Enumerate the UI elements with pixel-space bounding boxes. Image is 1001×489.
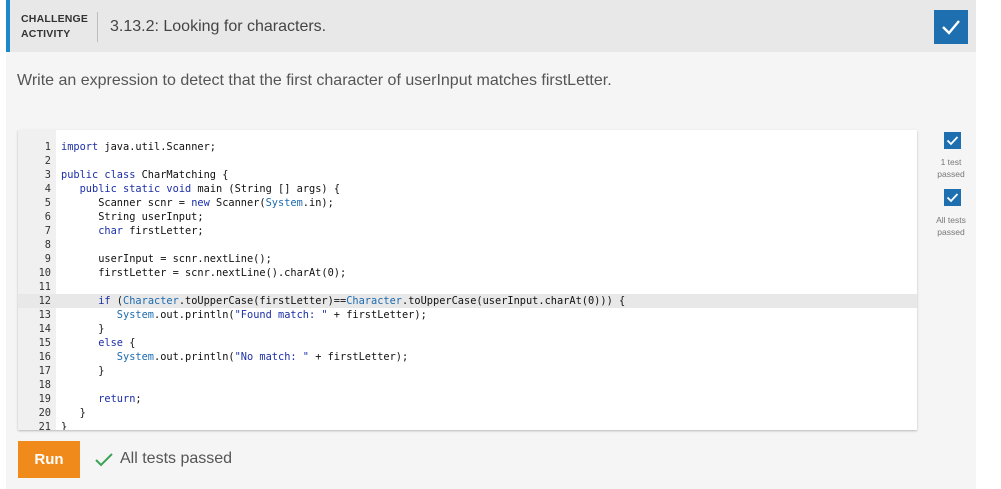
- code-line[interactable]: 16 System.out.println("No match: " + fir…: [18, 350, 917, 364]
- code-text[interactable]: else {: [61, 336, 135, 350]
- code-line[interactable]: 14 }: [18, 322, 917, 336]
- code-line[interactable]: 15 else {: [18, 336, 917, 350]
- challenge-card: CHALLENGE ACTIVITY 3.13.2: Looking for c…: [6, 0, 976, 489]
- code-lines[interactable]: 1 import java.util.Scanner; 2 3 public class…: [18, 140, 917, 430]
- line-number: 3: [44, 169, 51, 181]
- line-number: 14: [38, 323, 51, 335]
- code-text[interactable]: }: [61, 406, 86, 420]
- code-line[interactable]: 21}: [18, 420, 917, 430]
- code-line[interactable]: 4 public static void main (String [] arg…: [18, 182, 917, 196]
- test-2-label: All tests passed: [931, 214, 971, 238]
- test-2-label-line2: passed: [937, 227, 965, 237]
- challenge-header: CHALLENGE ACTIVITY 3.13.2: Looking for c…: [6, 0, 976, 52]
- test-2-label-line1: All tests: [936, 215, 966, 225]
- line-number: 9: [44, 253, 51, 265]
- code-line[interactable]: 7 char firstLetter;: [18, 224, 917, 238]
- line-number: 18: [38, 379, 51, 391]
- line-number: 1: [44, 141, 51, 153]
- code-line[interactable]: 19 return;: [18, 392, 917, 406]
- code-text[interactable]: public class CharMatching {: [61, 168, 228, 182]
- line-number: 12: [38, 295, 51, 307]
- test-check-icon: [944, 189, 961, 206]
- test-check-icon: [944, 132, 961, 149]
- tag-line-2: ACTIVITY: [21, 28, 71, 40]
- code-line[interactable]: 10 firstLetter = scnr.nextLine().charAt(…: [18, 266, 917, 280]
- check-icon: [95, 453, 113, 467]
- run-button[interactable]: Run: [18, 441, 80, 478]
- code-text[interactable]: return;: [61, 392, 141, 406]
- code-text[interactable]: }: [61, 420, 67, 430]
- code-text[interactable]: Scanner scnr = new Scanner(System.in);: [61, 196, 334, 210]
- code-text[interactable]: char firstLetter;: [61, 224, 203, 238]
- line-number: 13: [38, 309, 51, 321]
- code-line[interactable]: 2: [18, 154, 917, 168]
- code-text[interactable]: }: [61, 364, 104, 378]
- line-number: 15: [38, 337, 51, 349]
- line-number: 17: [38, 365, 51, 377]
- header-accent-bar: [6, 0, 10, 52]
- completion-badge: [934, 10, 968, 44]
- line-number: 6: [44, 211, 51, 223]
- line-number: 21: [38, 421, 51, 430]
- test-1-label: 1 test passed: [931, 156, 971, 180]
- code-line[interactable]: 5 Scanner scnr = new Scanner(System.in);: [18, 196, 917, 210]
- challenge-activity-tag: CHALLENGE ACTIVITY: [21, 12, 88, 42]
- result-text: All tests passed: [120, 450, 233, 467]
- code-text[interactable]: public static void main (String [] args)…: [61, 182, 340, 196]
- code-text[interactable]: System.out.println("No match: " + firstL…: [61, 350, 408, 364]
- header-divider: [97, 12, 98, 42]
- code-text[interactable]: firstLetter = scnr.nextLine().charAt(0);: [61, 266, 346, 280]
- test-1-label-line2: passed: [937, 169, 965, 179]
- code-line[interactable]: 13 System.out.println("Found match: " + …: [18, 308, 917, 322]
- code-line[interactable]: 3 public class CharMatching {: [18, 168, 917, 182]
- check-icon: [942, 20, 960, 35]
- challenge-title: 3.13.2: Looking for characters.: [110, 18, 327, 35]
- instructions: Write an expression to detect that the f…: [17, 72, 612, 89]
- code-line[interactable]: 1 import java.util.Scanner;: [18, 140, 917, 154]
- line-number: 20: [38, 407, 51, 419]
- code-text[interactable]: userInput = scnr.nextLine();: [61, 252, 272, 266]
- code-text[interactable]: System.out.println("Found match: " + fir…: [61, 308, 427, 322]
- code-editor[interactable]: 1 import java.util.Scanner; 2 3 public class…: [18, 130, 917, 430]
- line-number: 5: [44, 197, 51, 209]
- code-line[interactable]: 20 }: [18, 406, 917, 420]
- line-number: 4: [44, 183, 51, 195]
- line-number: 10: [38, 267, 51, 279]
- code-line[interactable]: 12 if (Character.toUpperCase(firstLetter…: [18, 294, 917, 308]
- code-text[interactable]: if (Character.toUpperCase(firstLetter)==…: [61, 294, 625, 308]
- line-number: 2: [44, 155, 51, 167]
- line-number: 7: [44, 225, 51, 237]
- code-line[interactable]: 17 }: [18, 364, 917, 378]
- code-line[interactable]: 9 userInput = scnr.nextLine();: [18, 252, 917, 266]
- line-number: 16: [38, 351, 51, 363]
- code-text[interactable]: import java.util.Scanner;: [61, 140, 216, 154]
- line-number: 19: [38, 393, 51, 405]
- code-text[interactable]: }: [61, 322, 104, 336]
- code-line[interactable]: 6 String userInput;: [18, 210, 917, 224]
- line-number: 8: [44, 239, 51, 251]
- line-number: 11: [38, 281, 51, 293]
- tag-line-1: CHALLENGE: [21, 13, 89, 25]
- test-1-label-line1: 1 test: [940, 157, 962, 167]
- code-line[interactable]: 11: [18, 280, 917, 294]
- code-line[interactable]: 8: [18, 238, 917, 252]
- code-text[interactable]: String userInput;: [61, 210, 203, 224]
- code-line[interactable]: 18: [18, 378, 917, 392]
